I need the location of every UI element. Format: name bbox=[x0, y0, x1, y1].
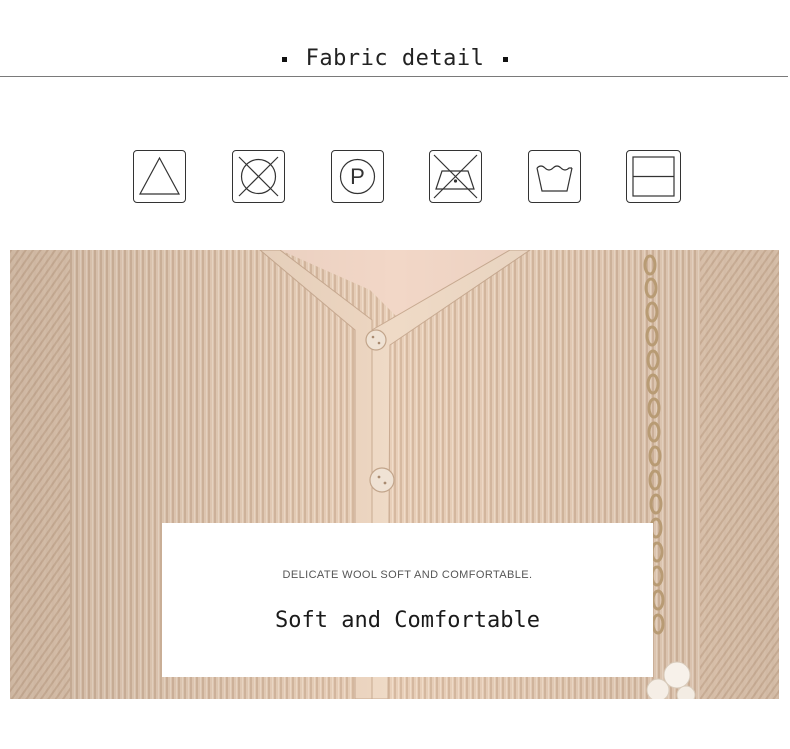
dry-flat-icon bbox=[626, 150, 681, 203]
bleach-triangle-icon bbox=[133, 150, 186, 203]
care-icons-row: P bbox=[0, 150, 790, 206]
header-bullet-right bbox=[503, 57, 509, 62]
header-divider bbox=[0, 76, 788, 77]
card-subtitle: DELICATE WOOL SOFT AND COMFORTABLE. bbox=[282, 569, 533, 581]
section-title: Fabric detail bbox=[305, 46, 485, 71]
header-bullet-left bbox=[281, 57, 287, 62]
card-title: Soft and Comfortable bbox=[275, 608, 540, 633]
do-not-iron-icon bbox=[429, 150, 482, 203]
product-info-card: DELICATE WOOL SOFT AND COMFORTABLE. Soft… bbox=[162, 523, 653, 677]
do-not-tumble-dry-icon bbox=[232, 150, 285, 203]
dry-clean-symbol: P bbox=[350, 164, 365, 189]
hand-wash-icon bbox=[528, 150, 581, 203]
section-header: Fabric detail bbox=[0, 40, 790, 78]
dry-clean-p-icon: P bbox=[331, 150, 384, 203]
